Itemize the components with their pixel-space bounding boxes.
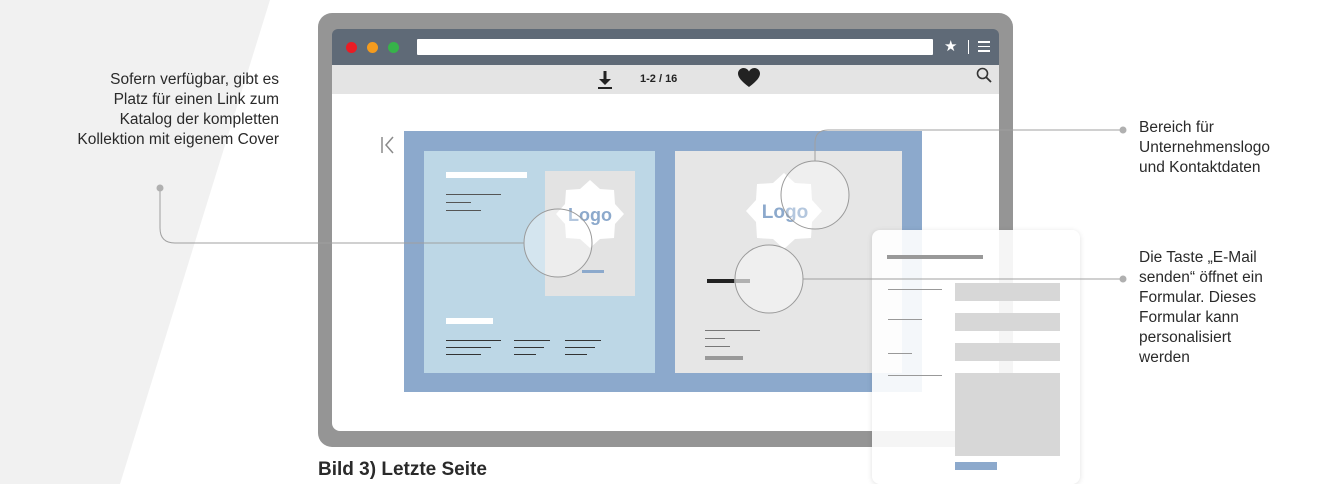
annotation-logo-area: Bereich für Unternehmenslogo und Kontakt…	[1139, 118, 1320, 178]
annotation-line: werden	[1139, 349, 1190, 366]
annotation-line: senden“ öffnet ein	[1139, 269, 1263, 286]
annotation-line: Die Taste „E-Mail	[1139, 249, 1257, 266]
callout-dot-right-bottom	[1119, 275, 1127, 283]
callout-line-left	[159, 189, 524, 244]
annotation-email-button: Die Taste „E-Mail senden“ öffnet ein For…	[1139, 248, 1279, 368]
annotation-line: Bereich für	[1139, 119, 1214, 136]
diagram-overlay: Logo Logo	[156, 126, 1127, 314]
annotation-line: Unternehmenslogo	[1139, 139, 1270, 156]
highlight-circle-logo	[780, 160, 850, 230]
callout-dot-left	[156, 184, 164, 192]
annotation-line: und Kontaktdaten	[1139, 159, 1261, 176]
callout-dot-right-top	[1119, 126, 1127, 134]
annotation-line: Formular. Dieses	[1139, 289, 1257, 306]
callout-line-right-top	[814, 129, 1122, 161]
annotation-line: personalisiert	[1139, 329, 1232, 346]
highlight-circle-email	[734, 244, 804, 314]
figure-caption: Bild 3) Letzte Seite	[318, 459, 487, 480]
annotation-line: Formular kann	[1139, 309, 1239, 326]
highlight-circle-cover	[523, 208, 593, 278]
